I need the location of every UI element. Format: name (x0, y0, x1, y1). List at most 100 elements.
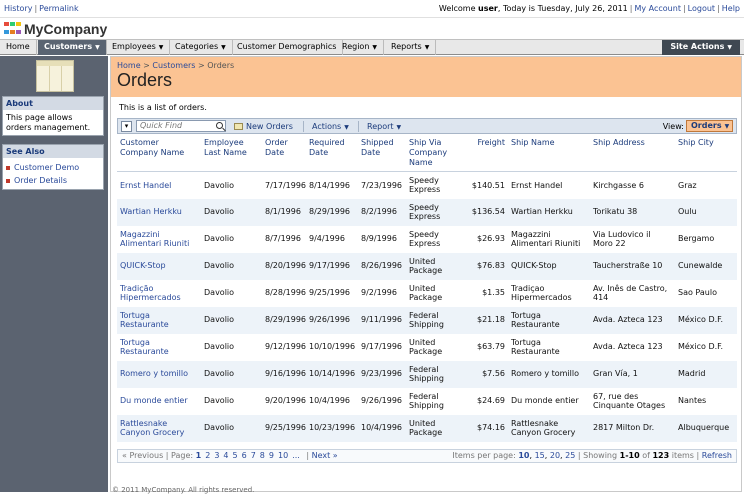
table-cell[interactable]: Wartian Herkku (117, 198, 201, 226)
column-header[interactable]: Order Date (262, 135, 306, 172)
table-row[interactable]: Romero y tomillo Davolio 9/16/1996 10/14/19… (117, 360, 737, 388)
previous-page-link[interactable]: « Previous (122, 451, 163, 460)
table-cell: 7/17/1996 (265, 180, 307, 190)
tab-region[interactable]: Region ▼ (336, 40, 385, 55)
logout-link[interactable]: Logout (688, 4, 715, 13)
column-header[interactable]: Shipped Date (358, 135, 406, 172)
page-number-link[interactable]: 6 (242, 451, 247, 460)
chevron-down-icon: ▼ (344, 124, 349, 131)
next-page-link[interactable]: Next » (312, 451, 338, 460)
breadcrumb-customers[interactable]: Customers (152, 61, 195, 70)
logo-icon (4, 22, 21, 36)
table-cell: Via Ludovico il Moro 22 (593, 229, 651, 249)
column-header[interactable]: Ship City (675, 135, 737, 172)
table-cell: 8/29/1996 (262, 306, 306, 334)
page-number-link[interactable]: 8 (260, 451, 265, 460)
site-actions-label: Site Actions (670, 42, 725, 51)
table-cell[interactable]: Du monde entier (117, 388, 201, 415)
table-cell: 9/17/1996 (361, 342, 403, 352)
breadcrumb-home[interactable]: Home (117, 61, 141, 70)
table-cell: $74.16 (466, 414, 508, 442)
table-row[interactable]: Wartian Herkku Davolio 8/1/1996 8/29/1996 8/… (117, 198, 737, 226)
actions-button[interactable]: Actions ▼ (312, 121, 349, 132)
logo-tile (16, 22, 21, 26)
page-label: Page: (171, 451, 194, 460)
see-also-customer-demo[interactable]: Customer Demo (6, 161, 100, 174)
my-account-link[interactable]: My Account (634, 4, 680, 13)
column-header[interactable]: Ship Address (590, 135, 675, 172)
showing-label: Showing (583, 451, 618, 460)
refresh-link[interactable]: Refresh (702, 451, 732, 460)
see-also-link[interactable]: Customer Demo (14, 163, 79, 173)
table-cell[interactable]: Tortuga Restaurante (117, 306, 201, 334)
permalink-link[interactable]: Permalink (39, 4, 78, 13)
page-number-link[interactable]: 1 (196, 451, 202, 460)
table-cell[interactable]: Magazzini Alimentari Riuniti (117, 226, 201, 253)
page-title: Orders (117, 70, 173, 90)
table-row[interactable]: Du monde entier Davolio 9/20/1996 10/4/1996… (117, 388, 737, 415)
table-cell: 9/25/1996 (262, 414, 306, 442)
tab-reports[interactable]: Reports ▼ (385, 40, 437, 55)
page-size-10[interactable]: 10 (518, 451, 529, 460)
table-cell: 8/9/1996 (361, 234, 397, 244)
table-cell: $136.54 (466, 198, 508, 226)
quick-find-input[interactable]: Quick Find (136, 120, 226, 132)
site-actions-button[interactable]: Site Actions ▼ (662, 40, 740, 55)
table-row[interactable]: Ernst Handel Davolio 7/17/1996 8/14/1996 7/2… (117, 172, 737, 199)
page-size-25[interactable]: 25 (565, 451, 575, 460)
tab-customer-demographics[interactable]: Customer Demographics (231, 40, 344, 55)
column-header[interactable]: Employee Last Name (201, 135, 262, 172)
view-select[interactable]: Orders ▼ (686, 120, 733, 132)
page-number-link[interactable]: 3 (214, 451, 219, 460)
table-row[interactable]: Tortuga Restaurante Davolio 9/12/1996 10/10… (117, 334, 737, 361)
column-header[interactable]: Customer Company Name (117, 135, 201, 172)
table-cell: $24.69 (477, 396, 505, 406)
see-also-link[interactable]: Order Details (14, 176, 67, 186)
page-number-link[interactable]: 5 (233, 451, 238, 460)
page-size-20[interactable]: 20 (550, 451, 560, 460)
table-cell[interactable]: Romero y tomillo (117, 360, 201, 388)
column-header[interactable]: Ship Via Company Name (406, 135, 466, 172)
table-row[interactable]: Rattlesnake Canyon Grocery Davolio 9/25/19… (117, 414, 737, 442)
see-also-order-details[interactable]: Order Details (6, 174, 100, 187)
table-cell[interactable]: Ernst Handel (117, 172, 201, 199)
page-number-link[interactable]: 9 (269, 451, 274, 460)
table-cell: United Package (406, 414, 466, 442)
page-number-link[interactable]: 10 (278, 451, 288, 460)
table-cell: Kirchgasse 6 (593, 180, 644, 190)
table-cell[interactable]: Tradição Hipermercados (117, 280, 201, 307)
table-cell: $63.79 (477, 342, 505, 352)
new-orders-button[interactable]: New Orders (234, 121, 293, 132)
column-header[interactable]: Required Date (306, 135, 358, 172)
logo[interactable]: MyCompany (4, 19, 107, 39)
table-cell: Davolio (204, 288, 235, 298)
page-number-link[interactable]: ... (292, 451, 300, 460)
tab-home[interactable]: Home (0, 40, 37, 55)
table-row[interactable]: QUICK-Stop Davolio 8/20/1996 9/17/1996 8/26/… (117, 252, 737, 280)
history-link[interactable]: History (4, 4, 32, 13)
page-number-link[interactable]: 4 (223, 451, 228, 460)
help-link[interactable]: Help (722, 4, 740, 13)
tab-employees[interactable]: Employees ▼ (106, 40, 171, 55)
table-cell: Speedy Express (409, 229, 441, 249)
page-number-link[interactable]: 2 (205, 451, 210, 460)
tab-categories[interactable]: Categories ▼ (169, 40, 233, 55)
page-number-link[interactable]: 7 (251, 451, 256, 460)
table-row[interactable]: Magazzini Alimentari Riuniti Davolio 8/7/1… (117, 226, 737, 253)
table-row[interactable]: Tradição Hipermercados Davolio 8/28/1996 9/… (117, 280, 737, 307)
table-cell[interactable]: Tortuga Restaurante (117, 334, 201, 361)
table-row[interactable]: Tortuga Restaurante Davolio 8/29/1996 9/26/… (117, 306, 737, 334)
select-all-dropdown[interactable]: ▾ (121, 121, 132, 132)
welcome-suffix: , Today is Tuesday, July 26, 2011 (497, 4, 628, 13)
column-header[interactable]: Ship Name (508, 135, 590, 172)
table-cell: 8/14/1996 (309, 180, 351, 190)
table-cell: 9/12/1996 (265, 342, 307, 352)
table-cell[interactable]: Rattlesnake Canyon Grocery (117, 414, 201, 442)
table-cell[interactable]: QUICK-Stop (117, 252, 201, 280)
search-icon[interactable] (216, 122, 223, 129)
column-header[interactable]: Freight (466, 135, 508, 172)
tab-customers[interactable]: Customers ▼ (38, 40, 107, 55)
page-size-15[interactable]: 15 (535, 451, 545, 460)
table-cell: United Package (406, 252, 466, 280)
report-button[interactable]: Report ▼ (367, 121, 401, 132)
